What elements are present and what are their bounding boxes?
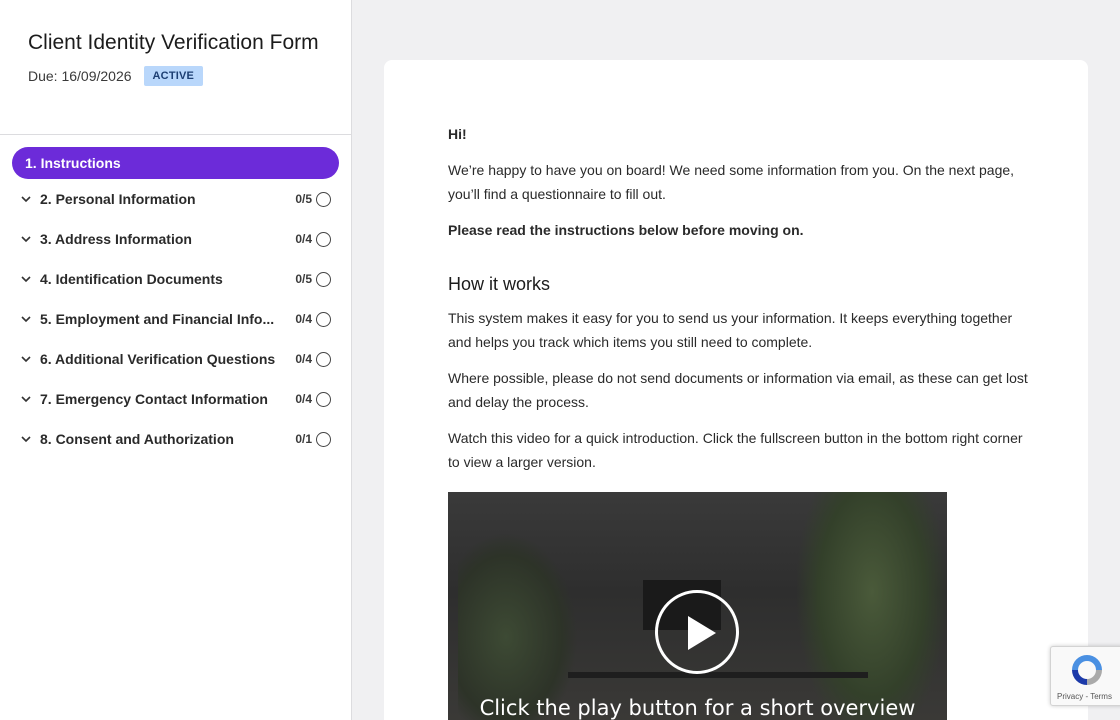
section-nav: 1. Instructions 2. Personal Information … (0, 135, 351, 459)
intro-video[interactable]: Click the play button for a short overvi… (448, 492, 947, 720)
nav-item-count: 0/4 (295, 392, 312, 406)
status-badge: ACTIVE (143, 66, 204, 86)
video-plant-left (458, 532, 578, 720)
progress-circle-icon (316, 351, 331, 367)
paragraph-1: This system makes it easy for you to sen… (448, 310, 1013, 350)
nav-item-label: 4. Identification Documents (40, 271, 223, 287)
play-icon (688, 616, 716, 650)
paragraph-2: Where possible, please do not send docum… (448, 370, 1028, 410)
instructions-content: Hi! We’re happy to have you on board! We… (448, 122, 1028, 486)
chevron-down-icon (21, 316, 31, 323)
progress-circle-icon (316, 391, 331, 407)
nav-item-count: 0/5 (295, 272, 312, 286)
nav-item-count: 0/4 (295, 352, 312, 366)
sidebar: Client Identity Verification Form Due: 1… (0, 0, 352, 720)
greeting: Hi! (448, 126, 467, 142)
instructions-card: Hi! We’re happy to have you on board! We… (384, 60, 1088, 720)
nav-item-label: 7. Emergency Contact Information (40, 391, 268, 407)
nav-item-label: 2. Personal Information (40, 191, 196, 207)
recaptcha-icon (1072, 655, 1102, 685)
nav-item-instructions[interactable]: 1. Instructions (12, 147, 339, 179)
nav-item-emergency-contact[interactable]: 7. Emergency Contact Information 0/4 (0, 379, 351, 419)
nav-item-label: 5. Employment and Financial Info... (40, 311, 275, 327)
nav-item-employment-financial[interactable]: 5. Employment and Financial Info... 0/4 (0, 299, 351, 339)
nav-item-label: 8. Consent and Authorization (40, 431, 234, 447)
nav-item-address-information[interactable]: 3. Address Information 0/4 (0, 219, 351, 259)
due-row: Due: 16/09/2026 ACTIVE (28, 66, 323, 86)
nav-item-count: 0/4 (295, 232, 312, 246)
video-plant-right (797, 492, 947, 720)
nav-item-personal-information[interactable]: 2. Personal Information 0/5 (0, 179, 351, 219)
nav-item-consent-authorization[interactable]: 8. Consent and Authorization 0/1 (0, 419, 351, 459)
chevron-down-icon (21, 236, 31, 243)
due-date: Due: 16/09/2026 (28, 68, 132, 84)
chevron-down-icon (21, 396, 31, 403)
progress-circle-icon (316, 191, 331, 207)
nav-item-count: 0/5 (295, 192, 312, 206)
progress-circle-icon (316, 271, 331, 287)
notice-paragraph: Please read the instructions below befor… (448, 222, 804, 238)
nav-item-label: 3. Address Information (40, 231, 192, 247)
play-button[interactable] (655, 590, 739, 674)
video-desk (568, 672, 868, 678)
chevron-down-icon (21, 196, 31, 203)
nav-item-count: 0/4 (295, 312, 312, 326)
nav-item-additional-verification[interactable]: 6. Additional Verification Questions 0/4 (0, 339, 351, 379)
paragraph-3: Watch this video for a quick introductio… (448, 430, 1023, 470)
nav-item-count: 0/1 (295, 432, 312, 446)
sidebar-header: Client Identity Verification Form Due: 1… (0, 0, 351, 135)
chevron-down-icon (21, 436, 31, 443)
nav-item-identification-documents[interactable]: 4. Identification Documents 0/5 (0, 259, 351, 299)
progress-circle-icon (316, 431, 331, 447)
form-title: Client Identity Verification Form (28, 31, 319, 54)
progress-circle-icon (316, 231, 331, 247)
chevron-down-icon (21, 276, 31, 283)
recaptcha-links[interactable]: Privacy - Terms (1057, 692, 1112, 701)
nav-item-label: 6. Additional Verification Questions (40, 351, 276, 367)
progress-circle-icon (316, 311, 331, 327)
intro-paragraph: We’re happy to have you on board! We nee… (448, 162, 1015, 202)
video-caption: Click the play button for a short overvi… (479, 696, 916, 720)
recaptcha-badge[interactable]: Privacy - Terms (1050, 646, 1120, 706)
section-heading: How it works (448, 274, 551, 294)
chevron-down-icon (21, 356, 31, 363)
